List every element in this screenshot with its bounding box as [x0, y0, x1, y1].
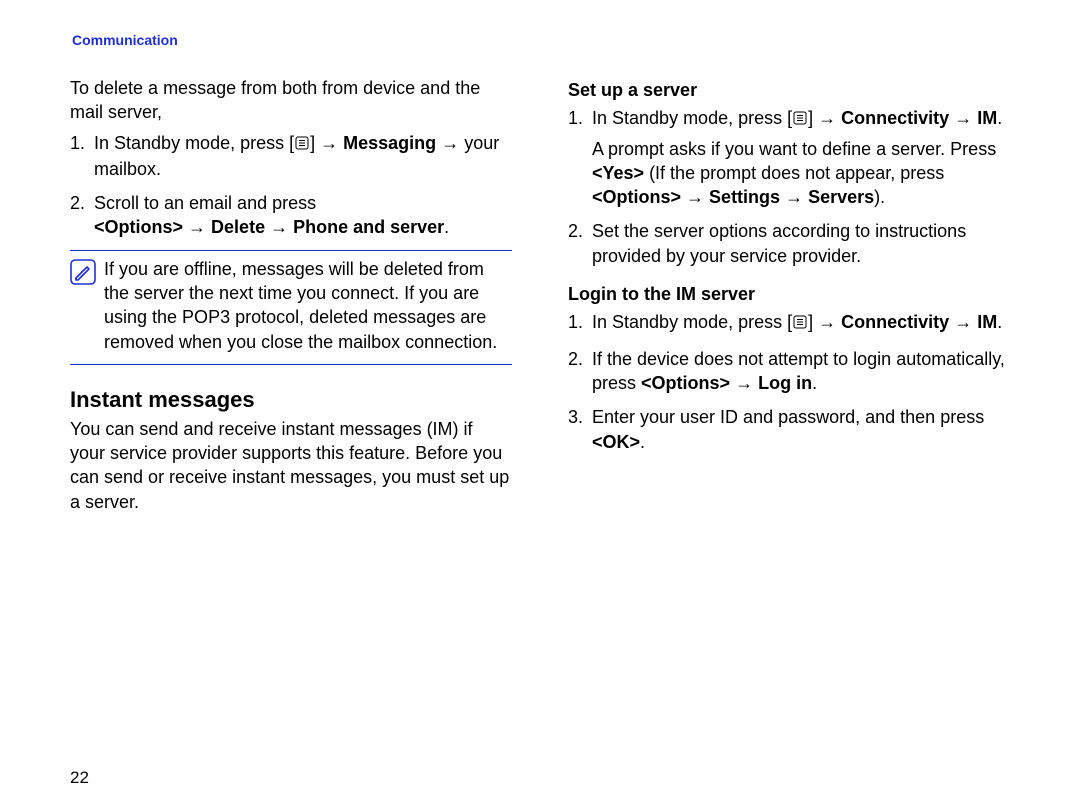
menu-path: IM — [977, 312, 997, 332]
text: . — [444, 217, 449, 237]
menu-path: <Options> — [94, 217, 183, 237]
menu-path: Settings — [709, 187, 780, 207]
instant-messages-body: You can send and receive instant message… — [70, 417, 512, 514]
menu-path: IM — [977, 108, 997, 128]
delete-step-1: In Standby mode, press [] → Messaging → … — [70, 131, 512, 182]
menu-path: <Options> — [592, 187, 681, 207]
menu-path: Phone and server — [293, 217, 444, 237]
menu-path: Log in — [758, 373, 812, 393]
login-step-1: In Standby mode, press [] → Connectivity… — [568, 310, 1010, 336]
arrow-icon: → — [954, 312, 972, 332]
login-steps-list: In Standby mode, press [] → Connectivity… — [568, 310, 1010, 453]
arrow-icon: → — [270, 217, 288, 237]
menu-path: Servers — [808, 187, 874, 207]
arrow-icon: → — [954, 108, 972, 128]
text: Enter your user ID and password, and the… — [592, 407, 984, 427]
menu-path: Connectivity — [841, 312, 949, 332]
menu-key-icon — [294, 133, 310, 157]
setup-steps-list: In Standby mode, press [] → Connectivity… — [568, 106, 1010, 268]
key-label: <Yes> — [592, 163, 644, 183]
text: A prompt asks if you want to define a se… — [592, 139, 996, 159]
arrow-icon: → — [785, 187, 803, 207]
text: In Standby mode, press [ — [592, 108, 792, 128]
arrow-icon: → — [818, 108, 836, 128]
text: . — [997, 312, 1002, 332]
arrow-icon: → — [818, 312, 836, 332]
section-header: Communication — [72, 32, 1010, 48]
menu-key-icon — [792, 108, 808, 132]
login-heading: Login to the IM server — [568, 282, 1010, 306]
text: In Standby mode, press [ — [592, 312, 792, 332]
delete-step-2: Scroll to an email and press <Options> →… — [70, 191, 512, 240]
setup-server-heading: Set up a server — [568, 78, 1010, 102]
arrow-icon: → — [735, 373, 753, 393]
arrow-icon: → — [686, 187, 704, 207]
menu-path: <Options> — [641, 373, 730, 393]
text: ). — [874, 187, 885, 207]
left-column: To delete a message from both from devic… — [70, 76, 512, 520]
menu-path: Connectivity — [841, 108, 949, 128]
text: ] — [808, 108, 818, 128]
note-box: If you are offline, messages will be del… — [70, 250, 512, 365]
delete-steps-list: In Standby mode, press [] → Messaging → … — [70, 131, 512, 240]
login-step-2: If the device does not attempt to login … — [568, 347, 1010, 396]
text: ] — [808, 312, 818, 332]
two-column-layout: To delete a message from both from devic… — [70, 76, 1010, 520]
note-icon — [70, 257, 104, 354]
text: . — [812, 373, 817, 393]
key-label: <OK> — [592, 432, 640, 452]
text: . — [997, 108, 1002, 128]
text: (If the prompt does not appear, press — [644, 163, 944, 183]
arrow-icon: → — [320, 133, 338, 153]
login-step-3: Enter your user ID and password, and the… — [568, 405, 1010, 454]
note-text: If you are offline, messages will be del… — [104, 257, 512, 354]
text: In Standby mode, press [ — [94, 133, 294, 153]
text: . — [640, 432, 645, 452]
text: ] — [310, 133, 320, 153]
manual-page: Communication To delete a message from b… — [0, 0, 1080, 810]
setup-step-2: Set the server options according to inst… — [568, 219, 1010, 268]
arrow-icon: → — [441, 133, 459, 153]
menu-key-icon — [792, 312, 808, 336]
arrow-icon: → — [188, 217, 206, 237]
menu-path: Messaging — [343, 133, 436, 153]
menu-path: Delete — [211, 217, 265, 237]
text: Scroll to an email and press — [94, 193, 316, 213]
right-column: Set up a server In Standby mode, press [… — [568, 76, 1010, 520]
page-number: 22 — [70, 768, 89, 788]
setup-step-1: In Standby mode, press [] → Connectivity… — [568, 106, 1010, 209]
instant-messages-heading: Instant messages — [70, 385, 512, 415]
intro-paragraph: To delete a message from both from devic… — [70, 76, 512, 125]
